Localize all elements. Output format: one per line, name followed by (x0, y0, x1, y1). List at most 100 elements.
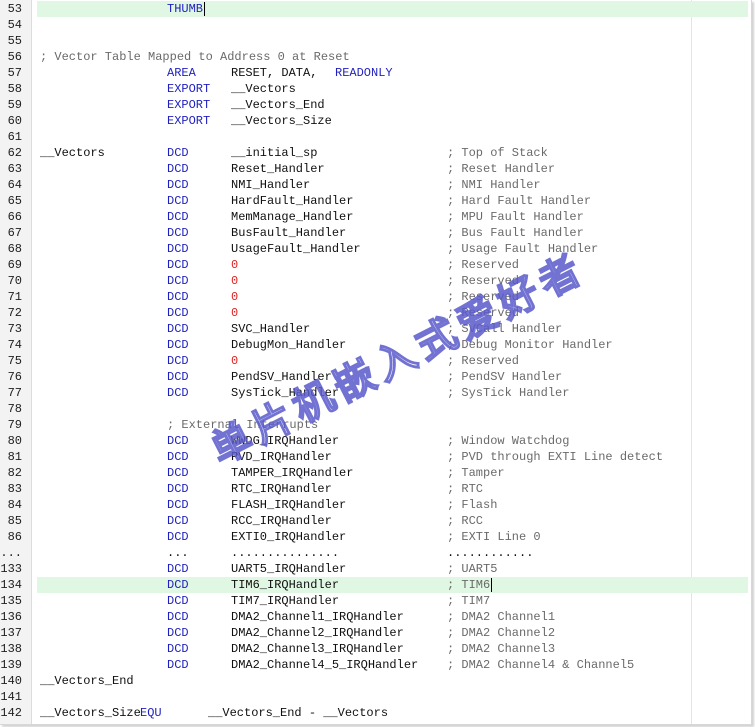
code-keyword: DCD (167, 306, 189, 320)
line-number: 79 (7, 418, 22, 432)
code-editor[interactable]: 53 THUMB 54 55 56 ; Vector Table Mapped to Ad… (0, 0, 752, 725)
code-keyword: DCD (167, 450, 189, 464)
code-line[interactable]: 67 DCD BusFault_Handler ; Bus Fault Handler (0, 225, 751, 241)
code-text: TAMPER_IRQHandler (231, 466, 354, 480)
code-line[interactable]: 58 EXPORT __Vectors (0, 81, 751, 97)
code-line[interactable]: 133 DCD UART5_IRQHandler ; UART5 (0, 561, 751, 577)
code-comment: ; Tamper (447, 466, 505, 480)
code-line[interactable]: 84 DCD FLASH_IRQHandler ; Flash (0, 497, 751, 513)
code-line[interactable]: 83 DCD RTC_IRQHandler ; RTC (0, 481, 751, 497)
code-line[interactable]: 74 DCD DebugMon_Handler ; Debug Monitor Han… (0, 337, 751, 353)
code-line[interactable]: 138 DCD DMA2_Channel3_IRQHandler ; DMA2 Cha… (0, 641, 751, 657)
code-keyword: DCD (167, 530, 189, 544)
code-line[interactable]: 54 (0, 17, 751, 33)
code-line[interactable]: 60 EXPORT __Vectors_Size (0, 113, 751, 129)
code-line[interactable]: 66 DCD MemManage_Handler ; MPU Fault Handle… (0, 209, 751, 225)
code-comment: ; EXTI Line 0 (447, 530, 541, 544)
code-text: HardFault_Handler (231, 194, 354, 208)
line-number: 68 (7, 242, 22, 256)
text-caret (491, 578, 493, 592)
code-line[interactable]: 57 AREA RESET, DATA, READONLY (0, 65, 751, 81)
code-comment: ; SVCall Handler (447, 322, 563, 336)
code-line[interactable]: 70 DCD 0 ; Reserved (0, 273, 751, 289)
code-keyword: DCD (167, 370, 189, 384)
code-comment: ; Reserved (447, 306, 520, 320)
code-line[interactable]: 61 (0, 129, 751, 145)
code-text: RESET, DATA, (231, 66, 318, 80)
current-line-highlight (37, 577, 748, 593)
code-line[interactable]: 65 DCD HardFault_Handler ; Hard Fault Handl… (0, 193, 751, 209)
code-text: PendSV_Handler (231, 370, 332, 384)
code-comment: ; RCC (447, 514, 484, 528)
code-keyword: DCD (167, 226, 189, 240)
code-keyword: DCD (167, 354, 189, 368)
line-number: ... (0, 546, 22, 560)
code-line[interactable]: 68 DCD UsageFault_Handler ; Usage Fault Han… (0, 241, 751, 257)
code-line[interactable]: 139 DCD DMA2_Channel4_5_IRQHandler ; DMA2 C… (0, 657, 751, 673)
line-number: 77 (7, 386, 22, 400)
code-text: RCC_IRQHandler (231, 514, 332, 528)
line-number: 134 (0, 578, 22, 592)
code-line[interactable]: 64 DCD NMI_Handler ; NMI Handler (0, 177, 751, 193)
line-number: 75 (7, 354, 22, 368)
code-text: UsageFault_Handler (231, 242, 361, 256)
code-line[interactable]: 59 EXPORT __Vectors_End (0, 97, 751, 113)
current-line-highlight (37, 1, 748, 17)
code-line[interactable]: 135 DCD TIM7_IRQHandler ; TIM7 (0, 593, 751, 609)
code-line[interactable]: 73 DCD SVC_Handler ; SVCall Handler (0, 321, 751, 337)
code-line[interactable]: 62 __Vectors DCD __initial_sp ; Top of Stack (0, 145, 751, 161)
code-text: __Vectors_Size (231, 114, 332, 128)
code-line[interactable]: 82 DCD TAMPER_IRQHandler ; Tamper (0, 465, 751, 481)
code-line[interactable]: 141 (0, 689, 751, 705)
code-line[interactable]: 55 (0, 33, 751, 49)
code-comment: ; Reserved (447, 258, 520, 272)
code-comment: ; DMA2 Channel4 & Channel5 (447, 658, 635, 672)
code-line[interactable]: 53 THUMB (0, 1, 751, 17)
code-keyword: EQU (140, 706, 162, 720)
code-text: MemManage_Handler (231, 210, 354, 224)
code-keyword: DCD (167, 210, 189, 224)
code-line[interactable]: 76 DCD PendSV_Handler ; PendSV Handler (0, 369, 751, 385)
code-line[interactable]: 79 ; External Interrupts (0, 417, 751, 433)
code-line[interactable]: 63 DCD Reset_Handler ; Reset Handler (0, 161, 751, 177)
code-line[interactable]: 71 DCD 0 ; Reserved (0, 289, 751, 305)
code-line[interactable]: 137 DCD DMA2_Channel2_IRQHandler ; DMA2 Cha… (0, 625, 751, 641)
code-line[interactable]: 136 DCD DMA2_Channel1_IRQHandler ; DMA2 Cha… (0, 609, 751, 625)
code-text: EXTI0_IRQHandler (231, 530, 347, 544)
code-line[interactable]: 80 DCD WWDG_IRQHandler ; Window Watchdog (0, 433, 751, 449)
code-line[interactable]: 134 DCD TIM6_IRQHandler ; TIM6 (0, 577, 751, 593)
code-keyword: DCD (167, 162, 189, 176)
line-number: 82 (7, 466, 22, 480)
code-line[interactable]: 142 __Vectors_Size EQU __Vectors_End - __Ve… (0, 705, 751, 721)
line-number: 70 (7, 274, 22, 288)
code-keyword: DCD (167, 610, 189, 624)
code-keyword: DCD (167, 322, 189, 336)
code-line[interactable]: ................................. (0, 545, 751, 561)
code-comment: ; Usage Fault Handler (447, 242, 599, 256)
line-number: 80 (7, 434, 22, 448)
code-line[interactable]: 140 __Vectors_End (0, 673, 751, 689)
line-number: 83 (7, 482, 22, 496)
line-number: 64 (7, 178, 22, 192)
code-line[interactable]: 69 DCD 0 ; Reserved (0, 257, 751, 273)
code-line[interactable]: 56 ; Vector Table Mapped to Address 0 at … (0, 49, 751, 65)
code-text: __Vectors (231, 82, 296, 96)
code-line[interactable]: 72 DCD 0 ; Reserved (0, 305, 751, 321)
code-keyword: DCD (167, 242, 189, 256)
code-keyword: EXPORT (167, 98, 211, 112)
line-number: 60 (7, 114, 22, 128)
code-comment: ; External Interrupts (167, 418, 319, 432)
code-keyword: DCD (167, 626, 189, 640)
code-text: ............... (231, 546, 340, 560)
code-line[interactable]: 77 DCD SysTick_Handler ; SysTick Handler (0, 385, 751, 401)
code-line[interactable]: 85 DCD RCC_IRQHandler ; RCC (0, 513, 751, 529)
code-line[interactable]: 81 DCD PVD_IRQHandler ; PVD through EXTI Li… (0, 449, 751, 465)
code-number: 0 (231, 290, 239, 304)
code-text: SVC_Handler (231, 322, 311, 336)
code-keyword: DCD (167, 178, 189, 192)
code-line[interactable]: 78 (0, 401, 751, 417)
code-text: DMA2_Channel2_IRQHandler (231, 626, 404, 640)
code-line[interactable]: 75 DCD 0 ; Reserved (0, 353, 751, 369)
code-line[interactable]: 86 DCD EXTI0_IRQHandler ; EXTI Line 0 (0, 529, 751, 545)
line-number: 133 (0, 562, 22, 576)
